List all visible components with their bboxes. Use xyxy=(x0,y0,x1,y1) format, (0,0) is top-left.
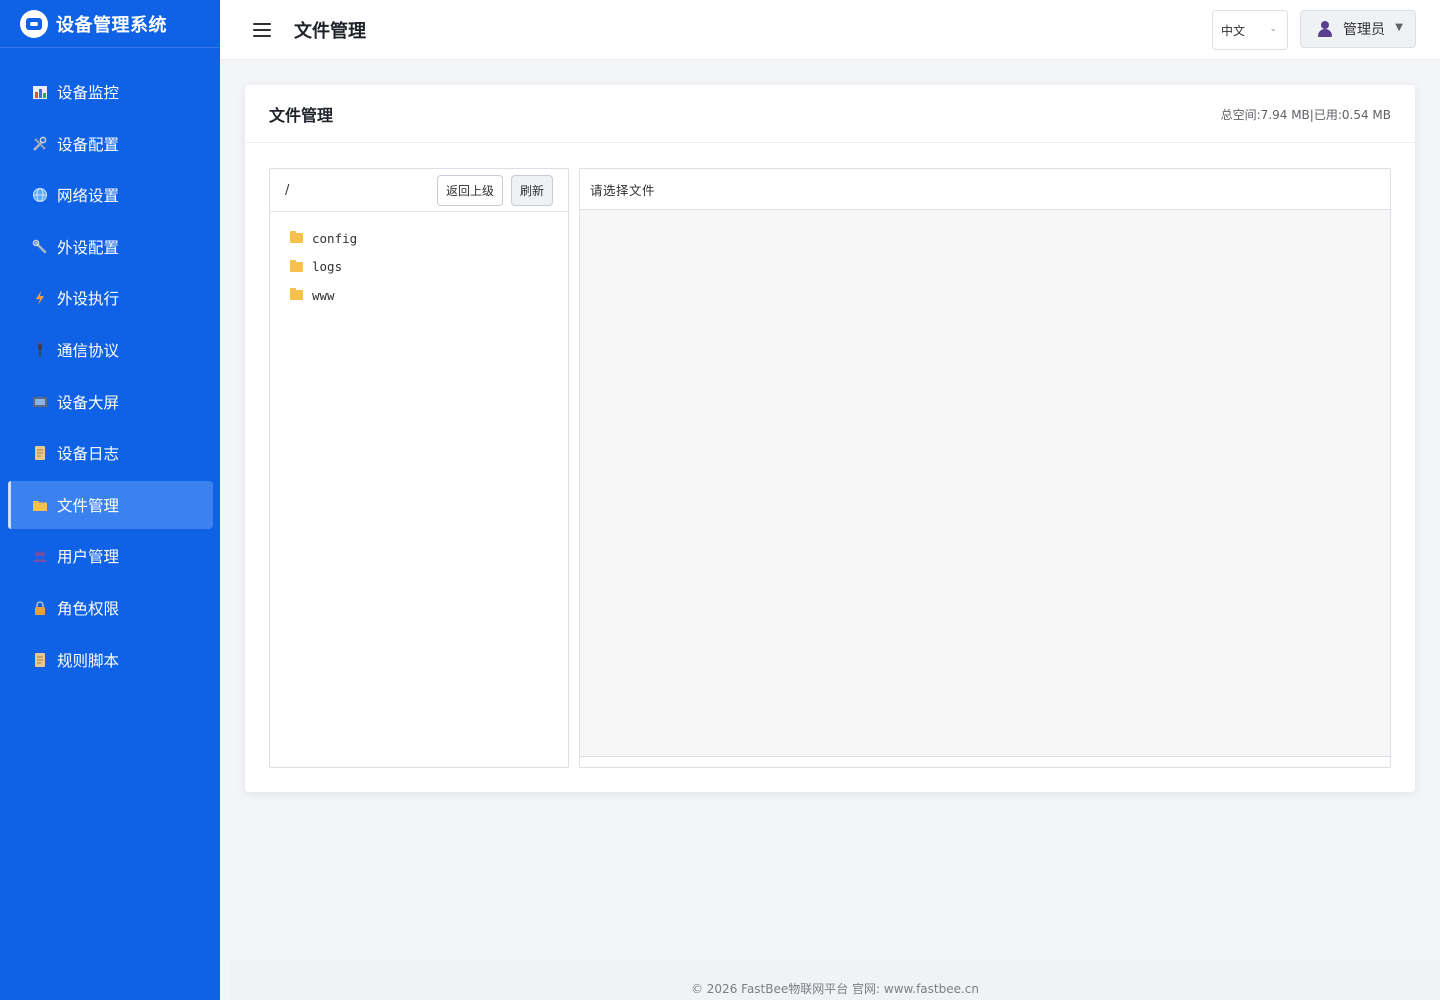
sidebar-item-label: 用户管理 xyxy=(57,548,120,567)
plug-icon xyxy=(32,342,48,358)
user-name: 管理员 xyxy=(1343,22,1385,38)
caret-down-icon: ▼ xyxy=(1395,22,1403,33)
file-list: config logs www xyxy=(270,212,568,310)
sidebar-item-device-monitor[interactable]: 设备监控 xyxy=(8,68,213,116)
editor-area[interactable] xyxy=(580,210,1390,757)
file-tree-panel: / 返回上级 刷新 config logs www xyxy=(269,168,569,768)
app-title: 设备管理系统 xyxy=(56,14,167,36)
users-icon xyxy=(32,548,48,564)
sidebar-item-peripheral-exec[interactable]: 外设执行 xyxy=(8,274,213,322)
sidebar-item-label: 文件管理 xyxy=(57,496,120,515)
sidebar-item-user-manager[interactable]: 用户管理 xyxy=(8,532,213,580)
scroll-icon xyxy=(32,652,48,668)
globe-icon xyxy=(32,187,48,203)
sidebar-item-file-manager[interactable]: 文件管理 xyxy=(8,480,213,529)
storage-info: 总空间:7.94 MB|已用:0.54 MB xyxy=(1220,108,1391,122)
sidebar-item-role-permission[interactable]: 角色权限 xyxy=(8,584,213,632)
brand[interactable]: 设备管理系统 xyxy=(0,0,220,48)
lock-icon xyxy=(32,600,48,616)
sidebar-item-peripheral-config[interactable]: 外设配置 xyxy=(8,223,213,271)
sidebar-item-device-log[interactable]: 设备日志 xyxy=(8,429,213,477)
sidebar-nav: 设备监控 设备配置 网络设置 外设配置 外设执行 通信协议 设备大屏 设备日志 … xyxy=(0,48,220,684)
back-button[interactable]: 返回上级 xyxy=(437,175,503,206)
sidebar-item-rule-script[interactable]: 规则脚本 xyxy=(8,636,213,684)
folder-name: www xyxy=(312,287,335,303)
file-tree-toolbar: / 返回上级 刷新 xyxy=(270,169,568,212)
sidebar-item-label: 设备大屏 xyxy=(57,393,120,412)
sidebar-item-protocol[interactable]: 通信协议 xyxy=(8,326,213,374)
folder-item-config[interactable]: config xyxy=(270,224,568,253)
sidebar-item-label: 外设执行 xyxy=(57,290,120,309)
folder-name: logs xyxy=(312,259,343,275)
sidebar-item-label: 通信协议 xyxy=(57,341,120,360)
chevron-down-icon: ⌄ xyxy=(1269,24,1277,34)
sidebar-item-label: 外设配置 xyxy=(57,238,120,257)
language-select-value: 中文 xyxy=(1221,23,1246,38)
sidebar-item-label: 设备配置 xyxy=(57,135,120,154)
sidebar-item-label: 网络设置 xyxy=(57,187,120,206)
menu-toggle-icon[interactable] xyxy=(253,22,271,37)
sidebar-item-label: 规则脚本 xyxy=(57,651,120,670)
card-title: 文件管理 xyxy=(269,105,334,125)
lightning-icon xyxy=(32,290,48,306)
user-menu-button[interactable]: 管理员 ▼ xyxy=(1300,10,1416,48)
scroll-icon xyxy=(32,445,48,461)
language-select[interactable]: 中文 ⌄ xyxy=(1212,10,1288,50)
sidebar: 设备管理系统 设备监控 设备配置 网络设置 外设配置 外设执行 通信协议 设备大… xyxy=(0,0,220,1000)
current-path: / xyxy=(285,182,290,198)
folder-icon xyxy=(32,497,48,513)
sidebar-item-label: 设备日志 xyxy=(57,445,120,464)
folder-name: config xyxy=(312,230,358,246)
user-avatar-icon xyxy=(1317,21,1333,37)
editor-file-title: 请选择文件 xyxy=(580,169,1390,210)
file-editor-panel: 请选择文件 xyxy=(579,168,1391,768)
footer-text: © 2026 FastBee物联网平台 官网: www.fastbee.cn xyxy=(690,982,980,996)
page-title: 文件管理 xyxy=(294,20,366,42)
topbar: 文件管理 中文 ⌄ 管理员 ▼ xyxy=(220,0,1440,60)
sidebar-item-network[interactable]: 网络设置 xyxy=(8,171,213,219)
folder-icon xyxy=(290,231,303,244)
folder-icon xyxy=(290,288,303,301)
folder-icon xyxy=(290,259,303,272)
sidebar-item-label: 角色权限 xyxy=(57,599,120,618)
footer: © 2026 FastBee物联网平台 官网: www.fastbee.cn xyxy=(230,960,1440,1000)
robot-logo-icon xyxy=(20,9,48,38)
wrench-icon xyxy=(32,239,48,255)
folder-item-www[interactable]: www xyxy=(270,281,568,310)
card-header: 文件管理 总空间:7.94 MB|已用:0.54 MB xyxy=(245,85,1415,143)
sidebar-item-big-screen[interactable]: 设备大屏 xyxy=(8,378,213,426)
bar-chart-icon xyxy=(32,84,48,100)
sidebar-item-device-config[interactable]: 设备配置 xyxy=(8,120,213,168)
tools-icon xyxy=(32,136,48,152)
monitor-icon xyxy=(32,394,48,410)
refresh-button[interactable]: 刷新 xyxy=(511,175,553,206)
folder-item-logs[interactable]: logs xyxy=(270,253,568,282)
sidebar-item-label: 设备监控 xyxy=(57,84,120,102)
file-manager-card: 文件管理 总空间:7.94 MB|已用:0.54 MB / 返回上级 刷新 co… xyxy=(245,85,1415,792)
